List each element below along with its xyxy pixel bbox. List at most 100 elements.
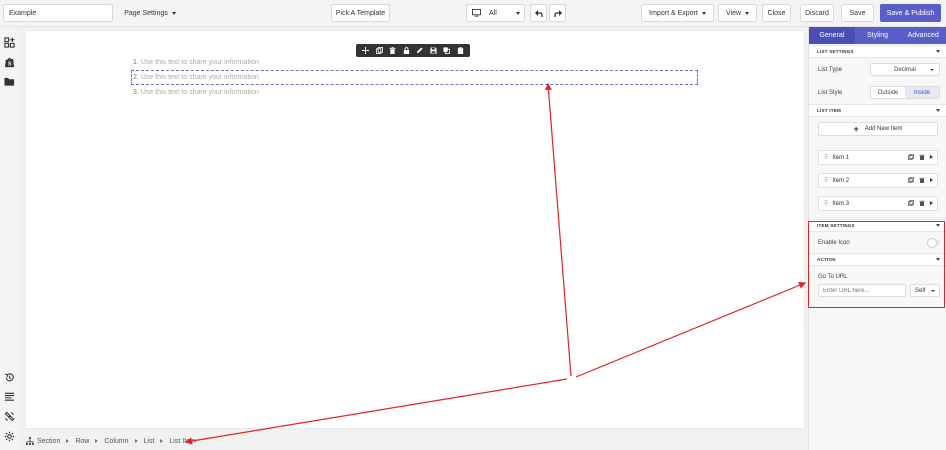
drag-handle-icon[interactable]: ⠿ <box>824 177 829 184</box>
device-select[interactable]: All <box>466 4 525 22</box>
list-type-select[interactable]: Decimal <box>870 63 940 76</box>
undo-button[interactable] <box>530 4 547 22</box>
discard-button[interactable]: Discard <box>800 4 834 22</box>
item-settings-header[interactable]: ITEM SETTINGS <box>809 219 946 232</box>
breadcrumb-row[interactable]: Row <box>75 438 89 445</box>
trash-icon[interactable] <box>919 154 925 160</box>
chevron-down-icon <box>936 224 940 227</box>
expand-icon[interactable] <box>930 155 933 159</box>
shopify-icon[interactable]: S <box>3 56 15 68</box>
editor-canvas[interactable]: 1. Use this text to share your informati… <box>26 31 804 428</box>
chevron-down-icon <box>931 290 935 292</box>
import-export-dropdown[interactable]: Import & Export <box>641 4 714 22</box>
trash-icon[interactable] <box>919 177 925 183</box>
list-item-heading: LIST ITEM <box>817 108 842 113</box>
view-label: View <box>725 9 742 17</box>
desktop-icon <box>472 9 481 17</box>
delete-icon[interactable] <box>389 47 397 55</box>
list-style-inside[interactable]: Inside <box>905 87 939 98</box>
list-item-selected[interactable]: 2. Use this text to share your informati… <box>131 70 698 85</box>
plus-icon: + <box>853 124 859 134</box>
svg-text:S: S <box>7 61 11 67</box>
list-item-text: Use this text to share your information <box>140 59 259 66</box>
tab-styling[interactable]: Styling <box>854 27 901 44</box>
list-item-row[interactable]: ⠿ Item 3 <box>818 196 938 211</box>
trash-icon[interactable] <box>919 200 925 206</box>
view-dropdown[interactable]: View <box>718 4 757 22</box>
breadcrumb-list-item[interactable]: List Item <box>169 438 195 445</box>
list-element[interactable]: 1. Use this text to share your informati… <box>131 55 698 100</box>
list-item-row[interactable]: ⠿ Item 1 <box>818 150 938 165</box>
save-publish-button[interactable]: Save & Publish <box>880 4 941 22</box>
expand-icon[interactable] <box>930 201 933 205</box>
go-to-url-row: Go To URL <box>809 266 946 284</box>
drag-handle-icon[interactable]: ⠿ <box>824 200 829 207</box>
duplicate-icon[interactable] <box>908 177 914 183</box>
chevron-down-icon <box>936 50 940 53</box>
list-item-number: 2. <box>133 74 139 81</box>
save-button[interactable]: Save <box>841 4 874 22</box>
plugin-icon[interactable] <box>3 410 15 422</box>
item-label: Item 3 <box>832 200 850 207</box>
tab-advanced[interactable]: Advanced <box>900 27 946 44</box>
expand-icon[interactable] <box>930 178 933 182</box>
list-style-row: List Style Outside Inside <box>809 81 946 104</box>
copy-style-icon[interactable] <box>443 47 451 55</box>
list-settings-header[interactable]: LIST SETTINGS <box>809 45 946 58</box>
chevron-down-icon <box>936 109 940 112</box>
close-button[interactable]: Close <box>762 4 791 22</box>
list-item-text: Use this text to share your information <box>140 89 259 96</box>
duplicate-icon[interactable] <box>908 200 914 206</box>
duplicate-icon[interactable] <box>908 154 914 160</box>
add-new-item-button[interactable]: + Add New Item <box>818 122 938 136</box>
list-item-row[interactable]: ⠿ Item 2 <box>818 173 938 188</box>
chevron-down-icon <box>171 11 176 15</box>
paste-style-icon[interactable] <box>456 47 464 55</box>
redo-icon <box>553 9 562 17</box>
action-header[interactable]: ACTION <box>809 253 946 266</box>
chevron-right-icon <box>160 439 164 443</box>
list-style-outside[interactable]: Outside <box>871 87 905 98</box>
add-element-icon[interactable] <box>3 36 15 48</box>
breadcrumb-column[interactable]: Column <box>104 438 128 445</box>
breadcrumb-list[interactable]: List <box>144 438 155 445</box>
breadcrumb: Section Row Column List List Item <box>26 436 196 446</box>
url-input[interactable] <box>818 284 906 297</box>
layers-icon[interactable] <box>3 390 15 402</box>
chevron-right-icon <box>66 439 70 443</box>
history-icon[interactable] <box>3 371 15 383</box>
sitemap-icon <box>26 437 34 445</box>
enable-icon-toggle[interactable] <box>927 238 940 248</box>
chevron-down-icon <box>516 11 520 15</box>
list-item-header[interactable]: LIST ITEM <box>809 104 946 117</box>
link-target-value: Self <box>915 287 926 294</box>
list-item-number: 1. <box>133 59 139 66</box>
move-icon[interactable] <box>362 47 370 55</box>
chevron-down-icon <box>936 258 940 261</box>
settings-icon[interactable] <box>3 430 15 442</box>
chevron-right-icon <box>95 439 99 443</box>
list-item[interactable]: 1. Use this text to share your informati… <box>132 55 698 70</box>
list-style-label: List Style <box>818 89 843 96</box>
list-item[interactable]: 3. Use this text to share your informati… <box>132 85 698 100</box>
go-to-url-label: Go To URL <box>818 274 848 280</box>
pick-template-button[interactable]: Pick A Template <box>331 4 390 22</box>
save-element-icon[interactable] <box>429 47 437 55</box>
page-settings-dropdown[interactable]: Page Settings <box>120 4 180 22</box>
drag-handle-icon[interactable]: ⠿ <box>824 154 829 161</box>
tab-general[interactable]: General <box>809 27 855 44</box>
settings-panel: General Styling Advanced LIST SETTINGS L… <box>808 27 946 450</box>
add-new-item-label: Add New Item <box>864 126 903 132</box>
enable-icon-row: Enable Icon <box>809 232 946 253</box>
chevron-down-icon <box>930 69 934 71</box>
folder-icon[interactable] <box>3 75 15 87</box>
lock-icon[interactable] <box>402 47 410 55</box>
page-title-input[interactable]: Example <box>3 4 113 22</box>
link-target-select[interactable]: Self <box>910 284 940 297</box>
list-type-row: List Type Decimal <box>809 58 946 81</box>
redo-button[interactable] <box>549 4 566 22</box>
list-settings-heading: LIST SETTINGS <box>817 49 854 54</box>
edit-icon[interactable] <box>416 47 424 55</box>
duplicate-icon[interactable] <box>375 47 383 55</box>
breadcrumb-section[interactable]: Section <box>37 438 60 445</box>
